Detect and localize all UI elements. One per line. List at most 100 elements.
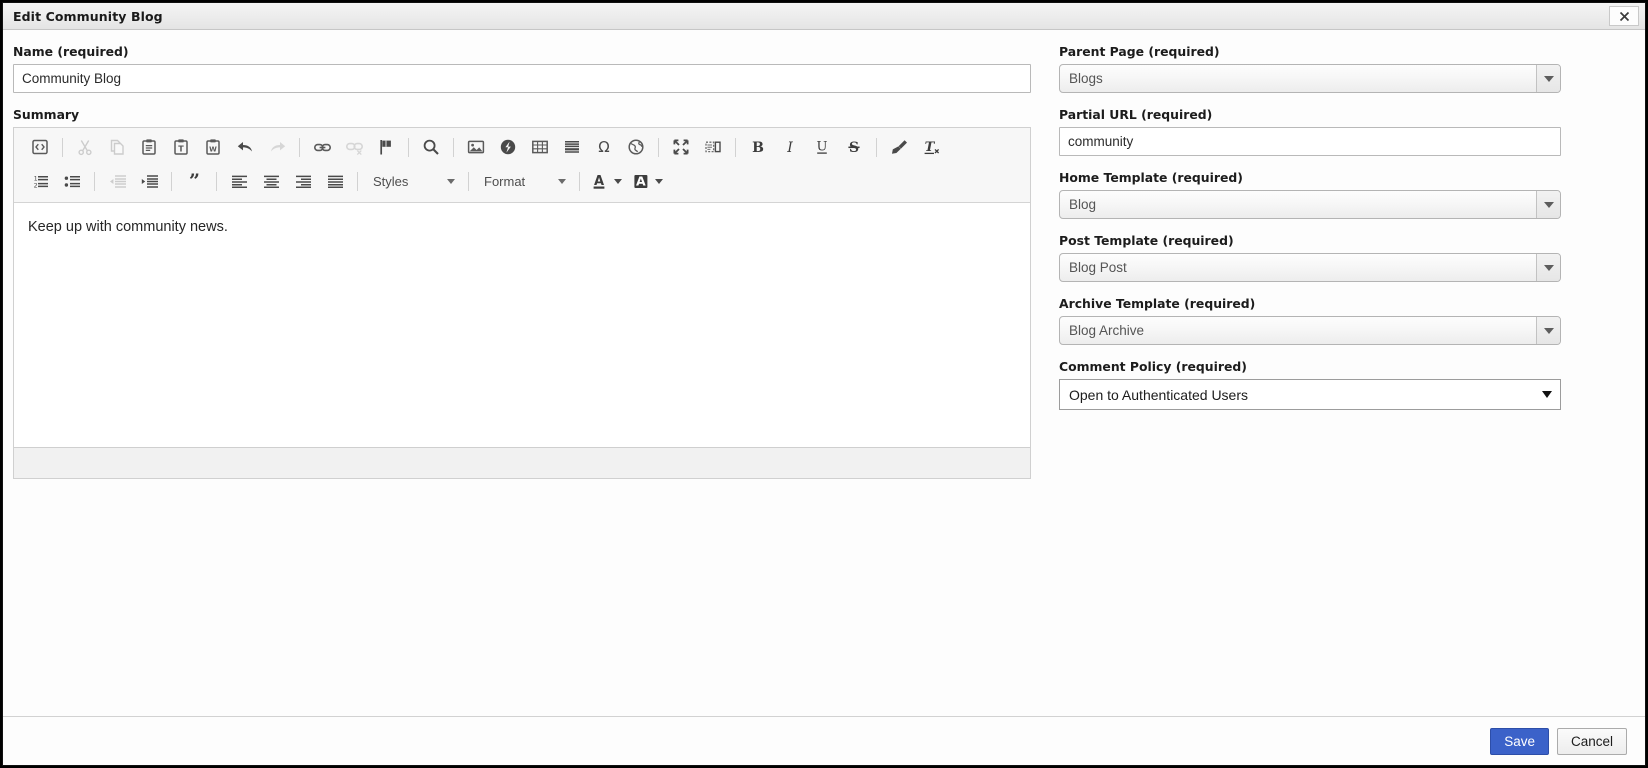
home-template-value: Blog	[1069, 197, 1097, 212]
comment-policy-select[interactable]: Open to Authenticated Users	[1059, 379, 1561, 410]
source-icon[interactable]	[26, 134, 54, 160]
summary-editor-content[interactable]: Keep up with community news.	[14, 203, 1030, 447]
cut-icon[interactable]	[71, 134, 99, 160]
undo-icon[interactable]	[231, 134, 259, 160]
svg-text:”: ”	[189, 172, 200, 191]
svg-text:2: 2	[33, 181, 37, 189]
bold-icon[interactable]: B	[744, 134, 772, 160]
name-label: Name (required)	[13, 44, 129, 59]
toolbar-separator	[62, 137, 63, 157]
align-right-icon[interactable]	[289, 168, 317, 194]
format-dropdown-label: Format	[484, 173, 526, 189]
chevron-down-icon	[1536, 65, 1560, 92]
dialog-body: Name (required) Summary	[3, 30, 1645, 716]
underline-icon[interactable]: U	[808, 134, 836, 160]
editor-toolbar: T W Ω B I U T 1 2 ” Styles Format A A	[14, 128, 1030, 203]
save-button[interactable]: Save	[1490, 727, 1549, 755]
chevron-down-icon	[1534, 391, 1560, 398]
parent-page-label: Parent Page (required)	[1059, 44, 1220, 59]
strikethrough-icon[interactable]: S	[840, 134, 868, 160]
svg-text:I: I	[786, 140, 793, 156]
align-left-icon[interactable]	[225, 168, 253, 194]
toolbar-separator	[299, 137, 300, 157]
name-input[interactable]	[13, 64, 1031, 93]
image-icon[interactable]	[462, 134, 490, 160]
toolbar-separator	[453, 137, 454, 157]
maximize-icon[interactable]	[667, 134, 695, 160]
svg-text:A: A	[636, 173, 646, 188]
home-template-field-block: Home Template (required) Blog	[1059, 170, 1561, 219]
toolbar-separator	[468, 171, 469, 191]
text-color-button[interactable]: A	[589, 172, 624, 191]
svg-text:B: B	[752, 140, 764, 156]
chevron-down-icon	[558, 178, 566, 184]
paste-text-icon[interactable]: T	[167, 134, 195, 160]
outdent-icon[interactable]	[103, 168, 131, 194]
toolbar-separator	[658, 137, 659, 157]
flash-icon[interactable]	[494, 134, 522, 160]
align-center-icon[interactable]	[257, 168, 285, 194]
bulleted-list-icon[interactable]	[58, 168, 86, 194]
archive-template-select[interactable]: Blog Archive	[1059, 316, 1561, 345]
iframe-globe-icon[interactable]	[622, 134, 650, 160]
chevron-down-icon	[1536, 317, 1560, 344]
search-icon[interactable]	[417, 134, 445, 160]
justify-icon[interactable]	[321, 168, 349, 194]
post-template-field-block: Post Template (required) Blog Post	[1059, 233, 1561, 282]
chevron-down-icon	[614, 178, 622, 184]
table-icon[interactable]	[526, 134, 554, 160]
copy-formatting-icon[interactable]	[885, 134, 913, 160]
remove-format-icon[interactable]: T	[917, 134, 945, 160]
special-char-icon[interactable]: Ω	[590, 134, 618, 160]
cancel-button[interactable]: Cancel	[1556, 727, 1627, 755]
link-icon[interactable]	[308, 134, 336, 160]
parent-page-value: Blogs	[1069, 71, 1103, 86]
partial-url-label: Partial URL (required)	[1059, 107, 1213, 122]
comment-policy-field-block: Comment Policy (required) Open to Authen…	[1059, 359, 1561, 410]
comment-policy-value: Open to Authenticated Users	[1069, 386, 1248, 403]
numbered-list-icon[interactable]: 1 2	[26, 168, 54, 194]
post-template-label: Post Template (required)	[1059, 233, 1234, 248]
background-color-button[interactable]: A	[630, 172, 665, 191]
archive-template-value: Blog Archive	[1069, 323, 1145, 338]
redo-icon[interactable]	[263, 134, 291, 160]
post-template-value: Blog Post	[1069, 260, 1127, 275]
toolbar-separator	[876, 137, 877, 157]
right-column: Parent Page (required) Blogs Partial URL…	[1059, 44, 1561, 424]
blockquote-icon[interactable]: ”	[180, 168, 208, 194]
indent-icon[interactable]	[135, 168, 163, 194]
svg-text:Ω: Ω	[598, 138, 609, 156]
anchor-flag-icon[interactable]	[372, 134, 400, 160]
toolbar-row-2: 1 2 ” Styles Format A A	[18, 164, 1026, 198]
chevron-down-icon	[447, 178, 455, 184]
paste-word-icon[interactable]: W	[199, 134, 227, 160]
post-template-select[interactable]: Blog Post	[1059, 253, 1561, 282]
parent-page-select[interactable]: Blogs	[1059, 64, 1561, 93]
dialog-title: Edit Community Blog	[13, 8, 163, 24]
chevron-down-icon	[1536, 254, 1560, 281]
archive-template-field-block: Archive Template (required) Blog Archive	[1059, 296, 1561, 345]
partial-url-field-block: Partial URL (required)	[1059, 107, 1561, 156]
format-dropdown[interactable]: Format	[478, 169, 570, 194]
show-blocks-icon[interactable]	[699, 134, 727, 160]
styles-dropdown[interactable]: Styles	[367, 169, 459, 194]
horizontal-rule-icon[interactable]	[558, 134, 586, 160]
archive-template-label: Archive Template (required)	[1059, 296, 1256, 311]
parent-page-field-block: Parent Page (required) Blogs	[1059, 44, 1561, 93]
svg-text:U: U	[817, 140, 828, 155]
unlink-icon[interactable]	[340, 134, 368, 160]
toolbar-separator	[357, 171, 358, 191]
dialog-footer: Save Cancel	[3, 716, 1645, 765]
partial-url-input[interactable]	[1059, 127, 1561, 156]
comment-policy-label: Comment Policy (required)	[1059, 359, 1247, 374]
toolbar-separator	[94, 171, 95, 191]
paste-icon[interactable]	[135, 134, 163, 160]
styles-dropdown-label: Styles	[373, 173, 409, 189]
italic-icon[interactable]: I	[776, 134, 804, 160]
toolbar-separator	[579, 171, 580, 191]
editor-status-bar	[14, 447, 1030, 478]
summary-label: Summary	[13, 107, 80, 122]
copy-icon[interactable]	[103, 134, 131, 160]
home-template-select[interactable]: Blog	[1059, 190, 1561, 219]
close-icon[interactable]	[1609, 6, 1639, 26]
